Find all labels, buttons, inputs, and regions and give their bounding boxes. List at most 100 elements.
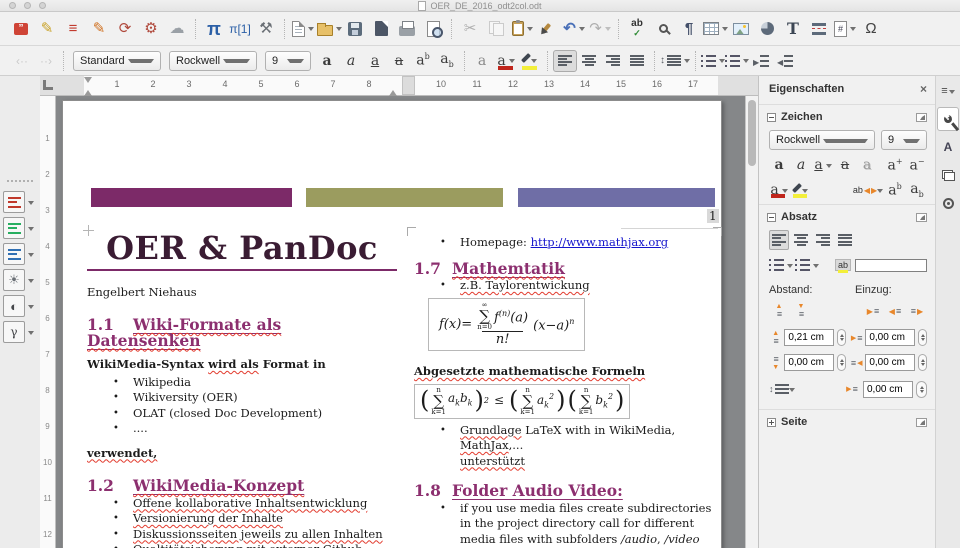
insert-special-character-button[interactable]: Ω (858, 16, 884, 42)
spacing-above-field[interactable] (784, 329, 835, 346)
increase-spacing-button[interactable]: ▲ ≡ (769, 301, 789, 321)
expand-icon[interactable] (767, 417, 776, 427)
cloud-button[interactable]: ☁ (164, 16, 190, 42)
sb-align-right-button[interactable] (813, 230, 833, 250)
insert-formula-button[interactable]: π (201, 16, 227, 42)
collapse-icon[interactable] (767, 212, 776, 222)
sb-bullet-list-button[interactable] (769, 255, 793, 275)
tab-styles[interactable]: A (937, 135, 959, 159)
horizontal-ruler[interactable]: 1234567891011121314151617 (40, 76, 758, 96)
font-size-select[interactable]: 9 (265, 50, 311, 71)
document-canvas[interactable]: 1 OER & PanDoc Engelbert Niehaus 1.1 Wiki… (56, 96, 758, 548)
paste-button[interactable] (509, 16, 535, 42)
highlight-color-button[interactable] (518, 50, 542, 72)
tab-stop-selector-icon[interactable] (43, 80, 53, 90)
sb-subscript-button[interactable]: ab (907, 180, 927, 200)
print-preview-button[interactable] (420, 16, 446, 42)
sb-decrease-indent-button[interactable]: ◀ ≡ (885, 301, 905, 321)
sb-bold-button[interactable]: a (769, 155, 789, 175)
indent-before-field[interactable] (865, 329, 916, 346)
sync-document-button[interactable]: ⟳ (112, 16, 138, 42)
clear-formatting-button[interactable]: a (470, 50, 494, 72)
align-right-button[interactable] (601, 50, 625, 72)
decrease-indent-button[interactable]: ◀ (773, 50, 797, 72)
numbered-list-button[interactable] (725, 50, 749, 72)
show-track-changes-button[interactable]: ≡ (60, 16, 86, 42)
strikethrough-button[interactable]: a (387, 50, 411, 72)
formatting-marks-button[interactable]: ¶ (676, 16, 702, 42)
paragraph-dialog-launcher-icon[interactable] (916, 212, 927, 222)
left-indent-marker[interactable] (84, 86, 92, 96)
paragraph-style-select[interactable]: Standard (73, 50, 161, 71)
italic-button[interactable]: a (339, 50, 363, 72)
tab-gallery[interactable] (937, 163, 959, 187)
vertical-ruler[interactable]: 1 2 3 4 5 6 7 8 9 10 11 12 (40, 96, 56, 548)
sb-italic-button[interactable]: a (791, 155, 811, 175)
vertical-scrollbar[interactable] (745, 96, 758, 548)
clone-formatting-button[interactable] (535, 16, 561, 42)
copy-button[interactable] (483, 16, 509, 42)
gamma-button[interactable]: γ (3, 321, 25, 343)
export-pdf-button[interactable] (368, 16, 394, 42)
document-page[interactable]: 1 OER & PanDoc Engelbert Niehaus 1.1 Wiki… (62, 100, 722, 548)
contrast-button[interactable]: ◐ (3, 295, 25, 317)
green-channel-button[interactable] (3, 217, 25, 239)
blue-channel-button[interactable] (3, 243, 25, 265)
insert-textbox-button[interactable]: T (780, 16, 806, 42)
back-button[interactable]: ‹·· (10, 50, 34, 72)
find-replace-button[interactable] (650, 16, 676, 42)
sidebar-menu-button[interactable]: ≡ (937, 79, 959, 103)
sb-increase-indent-button[interactable]: ▶ ≡ (863, 301, 883, 321)
red-channel-button[interactable] (3, 191, 25, 213)
indent-after-field[interactable] (865, 354, 916, 371)
redo-button[interactable]: ↷ (587, 16, 613, 42)
undo-button[interactable]: ↶ (561, 16, 587, 42)
customize-tools-button[interactable]: ⚒ (253, 16, 279, 42)
sb-align-center-button[interactable] (791, 230, 811, 250)
print-button[interactable] (394, 16, 420, 42)
page-dialog-launcher-icon[interactable] (916, 417, 927, 427)
bold-button[interactable]: a (315, 50, 339, 72)
formula-cauchy-schwarz[interactable]: ( n ∑ k=1 akbk ) 2 ≤ ( n ∑ k=1 ak2 ) ( n ∑ k=1 … (414, 383, 631, 419)
right-indent-marker[interactable] (389, 86, 397, 96)
subscript-button[interactable]: ab (435, 50, 459, 72)
close-icon[interactable]: × (920, 82, 927, 96)
insert-page-break-button[interactable] (806, 16, 832, 42)
align-left-button[interactable] (553, 49, 577, 72)
bullet-list-button[interactable] (701, 50, 725, 72)
indent-before-stepper[interactable] (918, 329, 927, 346)
save-button[interactable] (342, 16, 368, 42)
increase-font-size-button[interactable]: a+ (885, 155, 905, 175)
cut-button[interactable]: ✂ (457, 16, 483, 42)
insert-numbered-formula-button[interactable]: π[1] (227, 16, 253, 42)
paragraph-background-swatch[interactable] (855, 258, 927, 272)
collapse-icon[interactable] (767, 112, 776, 122)
spacing-below-field[interactable] (784, 354, 835, 371)
character-spacing-button[interactable]: ab ◀ ▶ (853, 180, 883, 200)
record-track-changes-button[interactable]: ✎ (86, 16, 112, 42)
increase-indent-button[interactable]: ▶ (749, 50, 773, 72)
sb-underline-button[interactable]: a (813, 155, 833, 175)
sb-superscript-button[interactable]: ab (885, 180, 905, 200)
first-line-indent-field[interactable] (863, 380, 913, 398)
forward-button[interactable]: ··› (34, 50, 58, 72)
font-name-select[interactable]: Rockwell (169, 50, 257, 71)
spacing-above-stepper[interactable] (837, 329, 846, 346)
sb-font-color-button[interactable]: a (769, 180, 789, 200)
sidebar-font-name-select[interactable]: Rockwell (769, 130, 875, 150)
sb-shadow-button[interactable]: a (857, 155, 877, 175)
sb-line-spacing-button[interactable]: ↕ (769, 379, 795, 399)
new-document-button[interactable] (290, 16, 316, 42)
justify-button[interactable] (625, 50, 649, 72)
sb-highlight-button[interactable] (791, 180, 811, 200)
insert-chart-button[interactable] (754, 16, 780, 42)
decrease-spacing-button[interactable]: ▼ ≡ (791, 301, 811, 321)
paragraph-background-icon[interactable]: ab (834, 259, 851, 271)
sb-justify-button[interactable] (835, 230, 855, 250)
formula-taylor[interactable]: f(x)= ∞ ∑ n=0 f(n)(a) n! (x−a)n (428, 297, 586, 351)
superscript-button[interactable]: ab (411, 50, 435, 72)
mathjax-link[interactable]: http://www.mathjax.org (531, 235, 669, 249)
indent-after-stepper[interactable] (918, 354, 927, 371)
tab-navigator[interactable] (937, 191, 959, 215)
line-spacing-button[interactable]: ↕ (660, 50, 690, 72)
